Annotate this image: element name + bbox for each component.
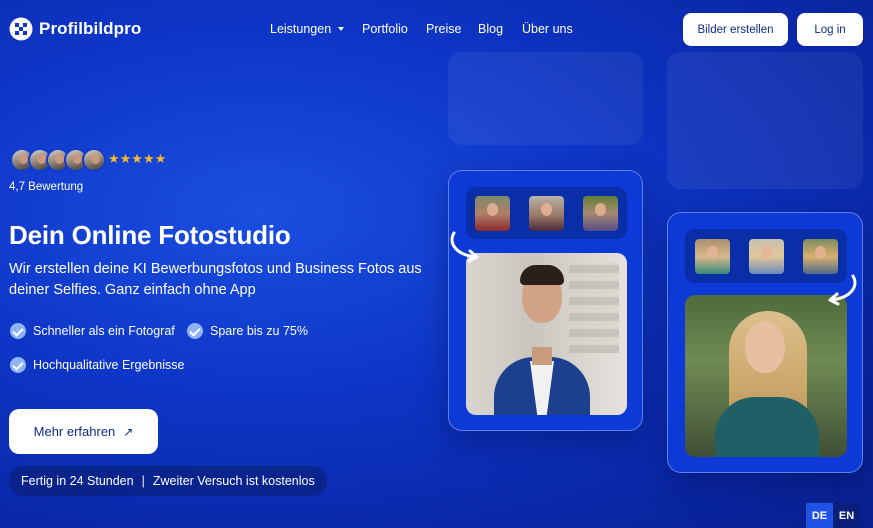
background-building: [569, 263, 619, 353]
curved-arrow-icon: [450, 231, 479, 263]
selfie-thumbnails: [466, 187, 627, 239]
selfie-thumbnail: [475, 195, 511, 231]
page-title: Dein Online Fotostudio: [9, 220, 291, 250]
nav-link-label: Preise: [426, 22, 462, 36]
delivery-info-pill: Fertig in 24 Stunden | Zweiter Versuch i…: [9, 466, 327, 496]
feature-label: Spare bis zu 75%: [210, 324, 308, 338]
generated-portrait-woman: [685, 295, 847, 457]
nav-link-portfolio[interactable]: Portfolio: [362, 22, 426, 36]
nav-link-label: Blog: [478, 22, 504, 36]
brand-name: Profilbildpro: [39, 19, 142, 38]
example-card-man: [448, 170, 643, 431]
avatar: [82, 148, 106, 172]
check-badge-icon: [10, 357, 26, 373]
check-badge-icon: [187, 323, 203, 339]
selfie-thumbnail: [582, 195, 618, 231]
star-rating-icon: ★★★★★: [108, 151, 167, 166]
rating-text: 4,7 Bewertung: [9, 181, 84, 193]
nav-link-preise[interactable]: Preise: [426, 22, 478, 36]
hero-subtitle: Wir erstellen deine KI Bewerbungsfotos u…: [9, 261, 422, 298]
nav-link-label: Portfolio: [362, 22, 408, 36]
selfie-thumbnails: [685, 229, 847, 283]
language-switcher: DE EN: [806, 503, 860, 528]
portrait-hair: [520, 265, 564, 285]
curved-arrow-icon: [828, 274, 857, 306]
learn-more-label: Mehr erfahren: [33, 424, 116, 439]
pill-separator: |: [141, 474, 145, 488]
selfie-thumbnail: [528, 195, 564, 231]
portrait-top: [715, 397, 819, 457]
selfie-thumbnail: [802, 238, 838, 274]
decorative-card: [667, 52, 863, 189]
feature-item: Spare bis zu 75%: [187, 323, 308, 339]
learn-more-button[interactable]: Mehr erfahren ↗: [9, 409, 158, 454]
portrait-neck: [532, 347, 552, 365]
portrait-face: [745, 321, 785, 373]
nav-link-label: Leistungen: [270, 22, 332, 36]
check-badge-icon: [10, 323, 26, 339]
nav-links: Leistungen Portfolio Preise Blog Über un…: [270, 22, 573, 36]
feature-label: Schneller als ein Fotograf: [33, 324, 175, 338]
selfie-thumbnail: [694, 238, 730, 274]
create-images-button[interactable]: Bilder erstellen: [683, 13, 788, 46]
nav-link-label: Über uns: [522, 22, 573, 36]
pill-delivery-text: Fertig in 24 Stunden: [21, 474, 134, 488]
generated-portrait-man: [466, 253, 627, 415]
feature-item: Schneller als ein Fotograf: [10, 323, 175, 339]
chevron-down-icon: [338, 27, 345, 31]
language-de-button[interactable]: DE: [806, 503, 833, 528]
feature-item: Hochqualitative Ergebnisse: [10, 357, 184, 373]
selfie-thumbnail: [748, 238, 784, 274]
pill-retry-text: Zweiter Versuch ist kostenlos: [152, 474, 315, 488]
brand-logo[interactable]: Profilbildpro: [9, 17, 141, 41]
login-button[interactable]: Log in: [797, 13, 863, 46]
nav-link-ueber-uns[interactable]: Über uns: [522, 22, 573, 36]
example-card-woman: [667, 212, 863, 473]
reviewer-avatars: [10, 148, 106, 172]
nav-link-leistungen[interactable]: Leistungen: [270, 22, 362, 36]
decorative-card: [448, 52, 643, 145]
arrow-up-right-icon: ↗: [123, 424, 134, 439]
language-en-button[interactable]: EN: [833, 503, 860, 528]
feature-label: Hochqualitative Ergebnisse: [33, 358, 185, 372]
logo-icon: [9, 17, 33, 41]
nav-link-blog[interactable]: Blog: [478, 22, 522, 36]
